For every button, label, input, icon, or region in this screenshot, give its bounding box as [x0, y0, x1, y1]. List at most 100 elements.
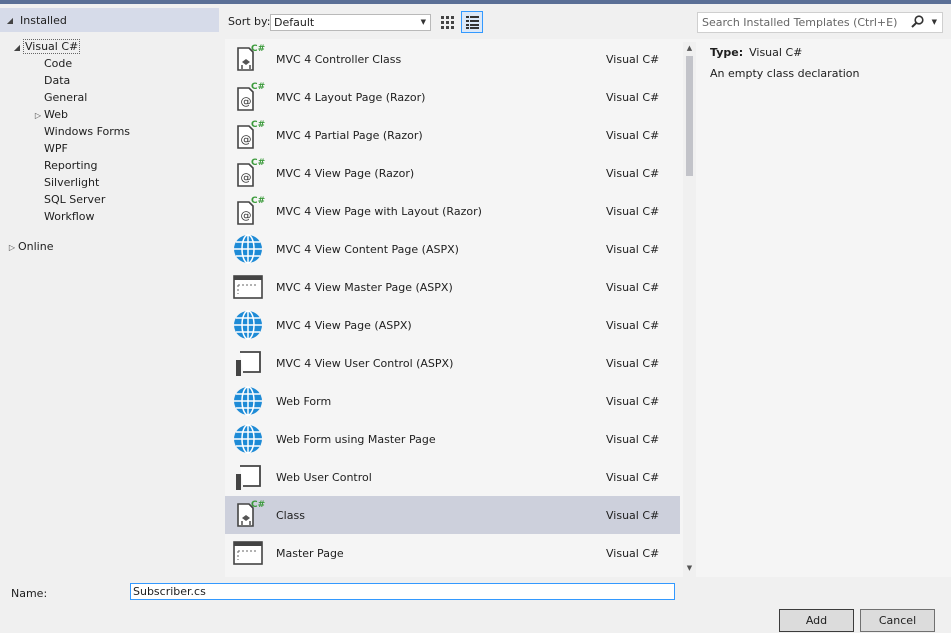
template-info-panel: Type: Visual C# An empty class declaratio…: [697, 39, 951, 577]
template-name: MVC 4 View Page with Layout (Razor): [276, 204, 482, 218]
globe-icon: [231, 422, 265, 456]
template-row[interactable]: @ C# MVC 4 View Page with Layout (Razor) Vi…: [225, 192, 680, 230]
user-control-icon: [231, 460, 265, 494]
sort-by-dropdown[interactable]: Default ▼: [270, 14, 431, 31]
template-row[interactable]: C# MVC 4 Controller Class Visual C#: [225, 40, 680, 78]
svg-text:@: @: [241, 95, 252, 108]
svg-text:@: @: [241, 171, 252, 184]
sort-by-value: Default: [274, 16, 315, 29]
template-row[interactable]: @ C# MVC 4 View Page (Razor) Visual C#: [225, 154, 680, 192]
template-language: Visual C#: [606, 90, 660, 104]
tree-node-label: Code: [44, 57, 73, 70]
scroll-up-arrow-icon[interactable]: ▲: [683, 42, 696, 54]
small-icons-view-button[interactable]: [461, 11, 483, 33]
expanded-triangle-icon[interactable]: ◢: [11, 39, 23, 56]
tree-node-wpf[interactable]: WPF: [32, 140, 68, 157]
template-row[interactable]: Web Form using Master Page Visual C#: [225, 420, 680, 458]
sort-by-label: Sort by:: [228, 15, 271, 28]
master-page-icon: [231, 536, 265, 570]
svg-text:C#: C#: [251, 120, 265, 130]
medium-icons-view-button[interactable]: [436, 11, 458, 33]
template-row[interactable]: Web Form Visual C#: [225, 382, 680, 420]
template-row[interactable]: C# Class Visual C#: [225, 496, 680, 534]
list-view-icon: [466, 16, 479, 29]
globe-icon: [231, 308, 265, 342]
tree-node-visual-c[interactable]: ◢ Visual C#: [11, 38, 81, 56]
template-name: Web User Control: [276, 470, 372, 484]
template-name: MVC 4 Controller Class: [276, 52, 402, 66]
info-description: An empty class declaration: [710, 67, 860, 80]
globe-icon: [231, 232, 265, 266]
tree-node-code[interactable]: Code: [32, 55, 72, 72]
template-row[interactable]: @ C# MVC 4 Layout Page (Razor) Visual C#: [225, 78, 680, 116]
tree-node-data[interactable]: Data: [32, 72, 70, 89]
template-row[interactable]: MVC 4 View Content Page (ASPX) Visual C#: [225, 230, 680, 268]
template-language: Visual C#: [606, 52, 660, 66]
template-language: Visual C#: [606, 432, 660, 446]
collapsed-triangle-icon[interactable]: ▷: [32, 107, 44, 124]
tree-node-label: Silverlight: [44, 176, 100, 189]
expanded-triangle-icon[interactable]: ◢: [4, 16, 16, 25]
template-name: Master Page: [276, 546, 344, 560]
search-icon[interactable]: [911, 15, 924, 34]
tree-node-label: Visual C#: [23, 39, 81, 54]
name-label: Name:: [11, 587, 48, 600]
template-language: Visual C#: [606, 242, 660, 256]
template-name: Class: [276, 508, 305, 522]
search-placeholder: Search Installed Templates (Ctrl+E): [702, 16, 898, 29]
template-row[interactable]: Master Page Visual C#: [225, 534, 680, 572]
info-type: Type: Visual C#: [710, 46, 802, 59]
template-language: Visual C#: [606, 318, 660, 332]
template-list: C# MVC 4 Controller Class Visual C# @ C# MVC …: [225, 39, 697, 577]
svg-text:@: @: [241, 209, 252, 222]
cs-class-icon: C#: [231, 42, 265, 76]
scroll-down-arrow-icon[interactable]: ▼: [683, 562, 696, 574]
tree-node-general[interactable]: General: [32, 89, 87, 106]
tree-node-web[interactable]: ▷ Web: [32, 106, 68, 123]
add-button[interactable]: Add: [779, 609, 854, 632]
tree-node-label: Data: [44, 74, 71, 87]
search-options-arrow-icon[interactable]: ▼: [932, 13, 937, 32]
name-input[interactable]: [130, 583, 675, 600]
tree-node-windows-forms[interactable]: Windows Forms: [32, 123, 130, 140]
tree-node-label: Reporting: [44, 159, 98, 172]
razor-page-icon: @ C#: [231, 80, 265, 114]
template-name: MVC 4 View Content Page (ASPX): [276, 242, 459, 256]
svg-text:C#: C#: [251, 82, 265, 92]
tree-node-sql-server[interactable]: SQL Server: [32, 191, 105, 208]
tree-node-reporting[interactable]: Reporting: [32, 157, 97, 174]
svg-text:C#: C#: [251, 158, 265, 168]
template-name: MVC 4 Layout Page (Razor): [276, 90, 426, 104]
template-language: Visual C#: [606, 470, 660, 484]
template-row[interactable]: Web User Control Visual C#: [225, 458, 680, 496]
tree-node-label: General: [44, 91, 88, 104]
tree-node-label: Installed: [20, 13, 67, 27]
template-row[interactable]: MVC 4 View Page (ASPX) Visual C#: [225, 306, 680, 344]
tree-node-workflow[interactable]: Workflow: [32, 208, 95, 225]
tree-node-installed[interactable]: ◢ Installed: [0, 8, 219, 32]
tree-node-label: Web: [44, 108, 68, 121]
template-name: Web Form using Master Page: [276, 432, 436, 446]
search-templates-input[interactable]: Search Installed Templates (Ctrl+E) ▼: [697, 12, 943, 33]
template-row[interactable]: MVC 4 View User Control (ASPX) Visual C#: [225, 344, 680, 382]
info-type-value: Visual C#: [749, 46, 803, 59]
template-row[interactable]: MVC 4 View Master Page (ASPX) Visual C#: [225, 268, 680, 306]
tree-node-silverlight[interactable]: Silverlight: [32, 174, 99, 191]
razor-page-icon: @ C#: [231, 194, 265, 228]
template-language: Visual C#: [606, 128, 660, 142]
template-list-scrollbar[interactable]: ▲ ▼: [683, 42, 696, 577]
razor-page-icon: @ C#: [231, 156, 265, 190]
svg-text:C#: C#: [251, 44, 265, 54]
template-name: MVC 4 View User Control (ASPX): [276, 356, 454, 370]
tree-node-online[interactable]: ▷ Online: [6, 238, 54, 256]
template-language: Visual C#: [606, 546, 660, 560]
template-row[interactable]: @ C# MVC 4 Partial Page (Razor) Visual C#: [225, 116, 680, 154]
collapsed-triangle-icon[interactable]: ▷: [6, 239, 18, 256]
template-language: Visual C#: [606, 356, 660, 370]
cancel-button[interactable]: Cancel: [860, 609, 935, 632]
scroll-thumb[interactable]: [686, 56, 693, 176]
template-language: Visual C#: [606, 280, 660, 294]
tree-node-label: SQL Server: [44, 193, 106, 206]
cs-class-icon: C#: [231, 498, 265, 532]
tree-node-label: Online: [18, 240, 54, 253]
